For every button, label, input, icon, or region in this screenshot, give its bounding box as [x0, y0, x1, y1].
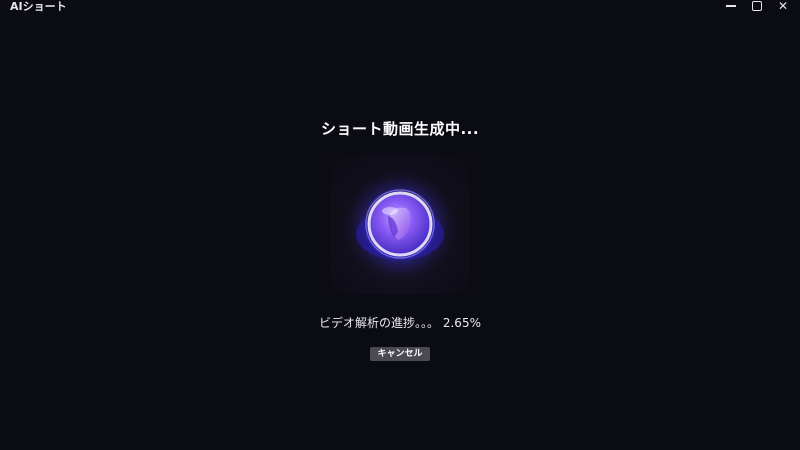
maximize-icon: [752, 1, 762, 11]
app-title: AIショート: [10, 0, 67, 13]
cancel-button[interactable]: キャンセル: [370, 347, 430, 361]
preview-image: [330, 154, 470, 294]
minimize-icon: [726, 5, 736, 7]
close-button[interactable]: ✕: [776, 0, 790, 12]
page-title: ショート動画生成中...: [320, 120, 480, 138]
window-controls: ✕: [724, 0, 790, 12]
close-icon: ✕: [777, 0, 789, 13]
app-window: AIショート ✕ ショート動画生成中... ビデオ解析の進捗。。。 2.65% …: [0, 0, 800, 450]
maximize-button[interactable]: [750, 0, 764, 12]
progress-value: 2.65%: [442, 316, 481, 330]
minimize-button[interactable]: [724, 0, 738, 12]
progress-label: ビデオ解析の進捗。。。: [319, 316, 440, 330]
purple-orb-icon: [344, 170, 456, 282]
progress-status: ビデオ解析の進捗。。。 2.65%: [0, 314, 800, 331]
title-bar: AIショート ✕: [0, 0, 800, 16]
